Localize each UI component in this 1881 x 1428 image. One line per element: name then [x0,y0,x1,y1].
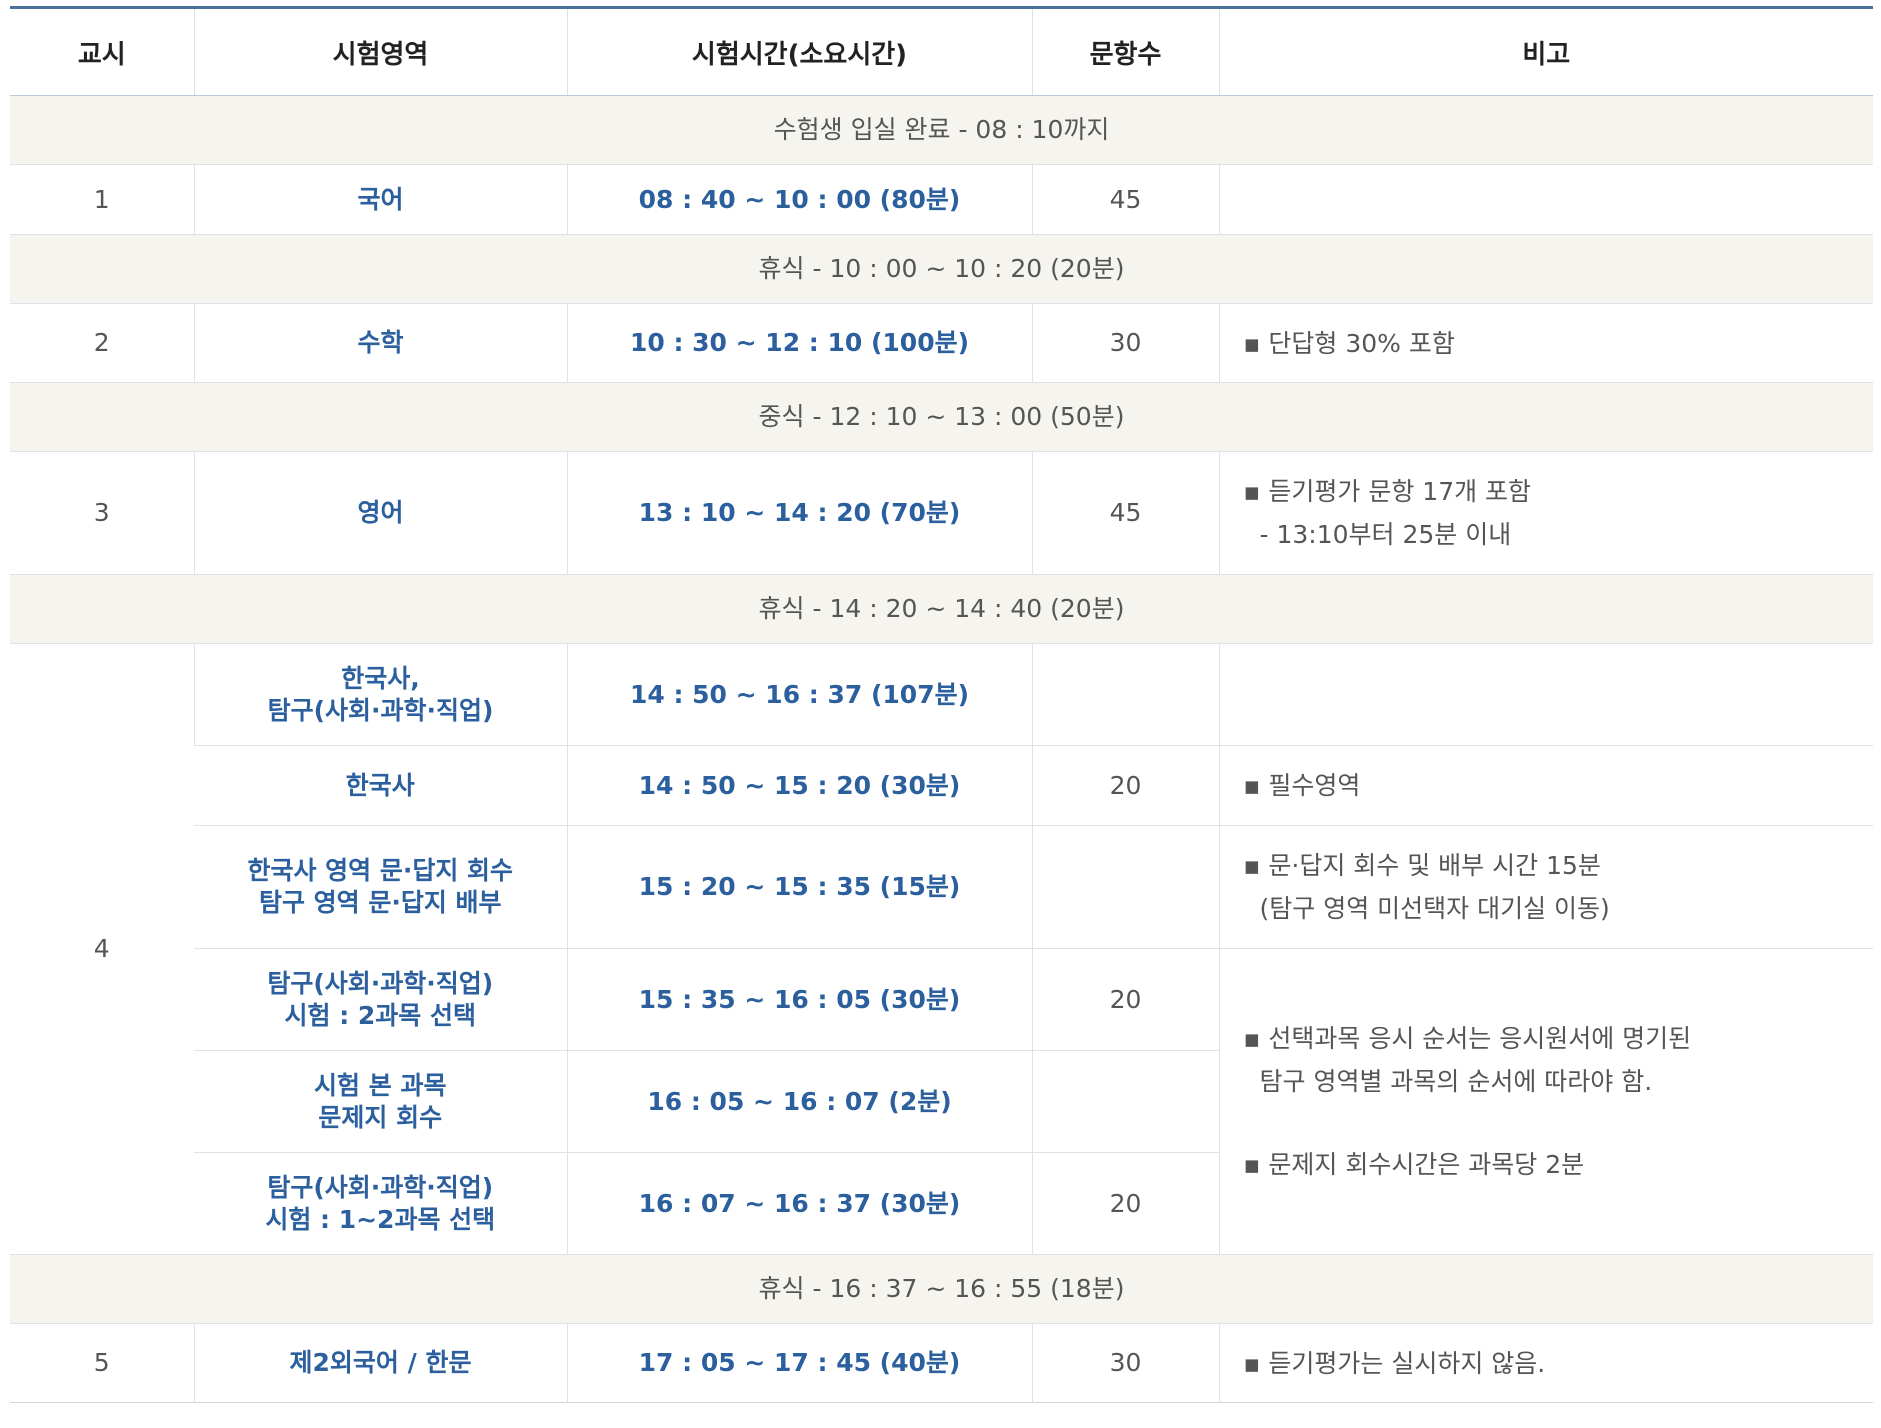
note-line: 탐구 영역별 과목의 순서에 따라야 함. [1259,1067,1653,1096]
note: ▪ 단답형 30% 포함 [1218,303,1873,383]
note-line: ▪ 문제지 회수시간은 과목당 2분 [1243,1150,1585,1179]
exam-schedule: 교시 시험영역 시험시간(소요시간) 문항수 비고 수험생 입실 완료 - 08… [10,6,1873,1403]
note-line: ▪ 듣기평가 문항 17개 포함 [1243,477,1532,506]
question-count [1031,643,1219,746]
break-text: 휴식 - 16 : 37 ~ 16 : 55 (18분) [10,1254,1873,1324]
period-number: 4 [10,643,194,1255]
break-row: 휴식 - 14 : 20 ~ 14 : 40 (20분) [10,574,1873,644]
lunch-row: 중식 - 12 : 10 ~ 13 : 00 (50분) [10,382,1873,452]
question-count: 30 [1031,1323,1219,1403]
break-row: 휴식 - 16 : 37 ~ 16 : 55 (18분) [10,1254,1873,1324]
question-count: 20 [1031,745,1219,826]
subject: 시험 본 과목 문제지 회수 [194,1050,567,1153]
subject-line: 탐구(사회·과학·직업) [267,695,494,725]
note-spacer [1244,1103,1874,1143]
note: ▪ 문·답지 회수 및 배부 시간 15분 (탐구 영역 미선택자 대기실 이동… [1218,825,1873,949]
subject: 한국사 [194,745,567,826]
subject-line: 탐구(사회·과학·직업) [267,1172,494,1202]
subject: 한국사 영역 문·답지 회수 탐구 영역 문·답지 배부 [194,825,567,949]
note: ▪ 선택과목 응시 순서는 응시원서에 명기된 탐구 영역별 과목의 순서에 따… [1218,948,1874,1255]
exam-time: 15 : 20 ~ 15 : 35 (15분) [566,825,1032,949]
question-count [1031,1050,1219,1153]
lunch-text: 중식 - 12 : 10 ~ 13 : 00 (50분) [10,382,1873,452]
note: ▪ 듣기평가 문항 17개 포함 - 13:10부터 25분 이내 [1218,451,1873,575]
subject: 제2외국어 / 한문 [193,1323,567,1403]
subject: 한국사, 탐구(사회·과학·직업) [193,643,567,746]
header-subject: 시험영역 [193,7,567,96]
break-row: 휴식 - 10 : 00 ~ 10 : 20 (20분) [10,234,1873,304]
period-1-row: 1 국어 08 : 40 ~ 10 : 00 (80분) 45 [10,164,1873,235]
entry-text: 수험생 입실 완료 - 08 : 10까지 [10,95,1873,165]
header-note: 비고 [1218,7,1873,96]
header-period: 교시 [10,7,194,96]
question-count: 30 [1031,303,1219,383]
note-line: ▪ 선택과목 응시 순서는 응시원서에 명기된 [1243,1024,1692,1053]
schedule-table: 교시 시험영역 시험시간(소요시간) 문항수 비고 수험생 입실 완료 - 08… [10,6,1873,1403]
subject: 수학 [193,303,567,383]
period-4-korean-history-row: 한국사 14 : 50 ~ 15 : 20 (30분) 20 ▪ 필수영역 [10,745,1873,826]
subject-line: 시험 : 1~2과목 선택 [265,1204,496,1234]
exam-time: 17 : 05 ~ 17 : 45 (40분) [566,1323,1032,1403]
note-line: (탐구 영역 미선택자 대기실 이동) [1259,894,1610,923]
note: ▪ 필수영역 [1218,745,1873,826]
exam-time: 13 : 10 ~ 14 : 20 (70분) [566,451,1032,575]
period-5-row: 5 제2외국어 / 한문 17 : 05 ~ 17 : 45 (40분) 30 … [10,1323,1873,1403]
period-4-collect-row: 한국사 영역 문·답지 회수 탐구 영역 문·답지 배부 15 : 20 ~ 1… [10,825,1873,949]
exam-time: 16 : 05 ~ 16 : 07 (2분) [566,1050,1032,1153]
question-count: 45 [1031,164,1219,235]
period-4-row: 4 한국사, 탐구(사회·과학·직업) 14 : 50 ~ 16 : 37 (1… [10,643,1873,1255]
question-count: 45 [1031,451,1219,575]
note [1218,643,1873,746]
subject: 탐구(사회·과학·직업) 시험 : 1~2과목 선택 [194,1152,567,1255]
note: ▪ 듣기평가는 실시하지 않음. [1218,1323,1873,1403]
period-4-inquiry-1-row: 탐구(사회·과학·직업) 시험 : 2과목 선택 15 : 35 ~ 16 : … [10,948,1873,1255]
subject-line: 시험 : 2과목 선택 [284,1000,476,1030]
exam-time: 16 : 07 ~ 16 : 37 (30분) [566,1152,1032,1255]
subject-line: 탐구(사회·과학·직업) [267,968,494,998]
subject: 탐구(사회·과학·직업) 시험 : 2과목 선택 [194,948,567,1051]
exam-time: 14 : 50 ~ 16 : 37 (107분) [566,643,1032,746]
entry-row: 수험생 입실 완료 - 08 : 10까지 [10,95,1873,165]
subject-line: 한국사, [341,663,420,693]
exam-time: 10 : 30 ~ 12 : 10 (100분) [566,303,1032,383]
exam-time: 14 : 50 ~ 15 : 20 (30분) [566,745,1032,826]
subject-line: 탐구 영역 문·답지 배부 [258,888,502,917]
break-text: 휴식 - 10 : 00 ~ 10 : 20 (20분) [10,234,1873,304]
header-count: 문항수 [1031,7,1219,96]
period-number: 3 [10,451,194,575]
period-3-row: 3 영어 13 : 10 ~ 14 : 20 (70분) 45 ▪ 듣기평가 문… [10,451,1873,575]
exam-time: 15 : 35 ~ 16 : 05 (30분) [566,948,1032,1051]
subject-line: 문제지 회수 [318,1102,443,1132]
exam-time: 08 : 40 ~ 10 : 00 (80분) [566,164,1032,235]
header-row: 교시 시험영역 시험시간(소요시간) 문항수 비고 [10,7,1873,96]
question-count: 20 [1031,948,1219,1051]
header-time: 시험시간(소요시간) [566,7,1032,96]
period-number: 2 [10,303,194,383]
subject-line: 시험 본 과목 [314,1070,447,1100]
question-count [1031,825,1219,949]
period-number: 1 [10,164,194,235]
break-text: 휴식 - 14 : 20 ~ 14 : 40 (20분) [10,574,1873,644]
note-line: ▪ 문·답지 회수 및 배부 시간 15분 [1243,851,1601,880]
note [1218,164,1873,235]
subject: 영어 [193,451,567,575]
subject: 국어 [193,164,567,235]
period-number: 5 [10,1323,194,1403]
subject-line: 한국사 영역 문·답지 회수 [247,856,514,885]
question-count: 20 [1031,1152,1219,1255]
period-2-row: 2 수학 10 : 30 ~ 12 : 10 (100분) 30 ▪ 단답형 3… [10,303,1873,383]
note-line: - 13:10부터 25분 이내 [1259,520,1512,549]
